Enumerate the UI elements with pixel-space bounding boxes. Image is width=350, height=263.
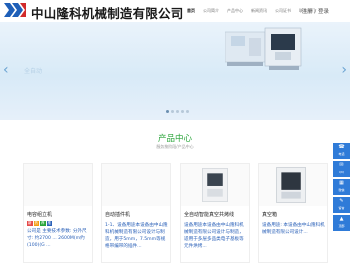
section-subtitle: 服务按阶段/产品中心 bbox=[156, 144, 194, 149]
product-card[interactable]: 全自动智能真空共烤线 设备用途本设备由中山隆科机械制造有限公司设计与制造，适用于… bbox=[180, 163, 250, 263]
product-card[interactable]: 自动插件机 1-1、设备用途本设备由中山隆科机械制造有限公司设计与制造，用于5m… bbox=[101, 163, 171, 263]
float-label: 微信 bbox=[338, 188, 345, 192]
float-message-button[interactable]: ✎ 留言 bbox=[333, 197, 350, 213]
nav-about[interactable]: 公司简介 bbox=[203, 8, 219, 14]
slide-dot[interactable] bbox=[171, 110, 174, 113]
product-image[interactable] bbox=[24, 164, 92, 206]
product-image[interactable] bbox=[259, 164, 327, 206]
slide-dot[interactable] bbox=[181, 110, 184, 113]
product-name[interactable]: 电容组立机 bbox=[27, 211, 52, 218]
phone-icon: ☎ bbox=[338, 144, 345, 150]
banner-title: 全自动 bbox=[24, 68, 43, 75]
float-qq-button[interactable]: ✉ QQ bbox=[333, 161, 350, 177]
hero-banner: ‹ › 全自动 bbox=[0, 22, 350, 120]
product-description: 设备用途本设备由中山隆科机械制造有限公司设计与制造，适用于多层多品类电子基板等元… bbox=[184, 223, 244, 249]
slide-dot[interactable] bbox=[186, 110, 189, 113]
nav-news[interactable]: 新闻资讯 bbox=[251, 8, 267, 14]
next-slide-icon[interactable]: › bbox=[341, 62, 347, 78]
product-description: 1-1、设备用途本设备由中山隆科机械制造有限公司设计与制造，用于5mm，7.5m… bbox=[105, 223, 168, 249]
nav-home[interactable]: 首页 bbox=[187, 8, 195, 14]
mail-icon: ✉ bbox=[339, 162, 344, 168]
tag-badge: 荐 bbox=[40, 221, 46, 226]
tag-badge: 热 bbox=[33, 221, 39, 226]
arrow-up-icon: ▲ bbox=[339, 216, 344, 222]
banner-machine-image bbox=[225, 27, 302, 70]
tag-badge: 推 bbox=[46, 221, 52, 226]
company-name: 中山隆科机械制造有限公司 bbox=[31, 6, 184, 21]
edit-icon: ✎ bbox=[339, 198, 344, 204]
product-description: 设备用途: 本设备由中山隆科机械制造有限公司设计... bbox=[262, 223, 325, 235]
tag-badge: 新 bbox=[27, 221, 33, 226]
company-logo[interactable] bbox=[4, 3, 26, 17]
product-name[interactable]: 自动插件机 bbox=[105, 211, 130, 218]
floating-contact-bar: ☎ 电话 ✉ QQ ▦ 微信 ✎ 留言 ▲ 顶部 bbox=[333, 143, 350, 233]
float-label: 顶部 bbox=[338, 224, 345, 228]
float-top-button[interactable]: ▲ 顶部 bbox=[333, 215, 350, 231]
float-phone-button[interactable]: ☎ 电话 bbox=[333, 143, 350, 159]
product-image[interactable] bbox=[102, 164, 170, 206]
product-name[interactable]: 全自动智能真空共烤线 bbox=[184, 211, 234, 218]
float-label: QQ bbox=[339, 170, 344, 174]
product-image[interactable] bbox=[181, 164, 249, 206]
product-card[interactable]: 真空箱 设备用途: 本设备由中山隆科机械制造有限公司设计... bbox=[258, 163, 328, 263]
login-link[interactable]: 注册 / 登录 bbox=[302, 7, 329, 15]
section-title: 产品中心 bbox=[157, 134, 192, 144]
product-tags: 新 热 荐 推 bbox=[27, 221, 53, 226]
float-label: 电话 bbox=[338, 152, 345, 156]
site-header: 中山隆科机械制造有限公司 首页 公司简介 产品中心 新闻资讯 公司证书 联系我们… bbox=[0, 0, 350, 22]
nav-products[interactable]: 产品中心 bbox=[227, 8, 243, 14]
product-card[interactable]: 电容组立机 新 热 荐 推 公司是 主要技术参数: 分外尺寸: 约2700 ..… bbox=[23, 163, 93, 263]
nav-certificates[interactable]: 公司证书 bbox=[275, 8, 291, 14]
qr-code-icon: ▦ bbox=[339, 180, 344, 186]
prev-slide-icon[interactable]: ‹ bbox=[3, 62, 9, 78]
product-description: 公司是 主要技术参数: 分外尺寸: 约2700 ... 2600M(m约(100… bbox=[27, 229, 87, 248]
slide-dot[interactable] bbox=[166, 110, 169, 113]
product-name[interactable]: 真空箱 bbox=[262, 211, 277, 218]
float-label: 留言 bbox=[338, 206, 345, 210]
float-wechat-button[interactable]: ▦ 微信 bbox=[333, 179, 350, 195]
slide-indicators bbox=[166, 110, 191, 113]
slide-dot[interactable] bbox=[176, 110, 179, 113]
